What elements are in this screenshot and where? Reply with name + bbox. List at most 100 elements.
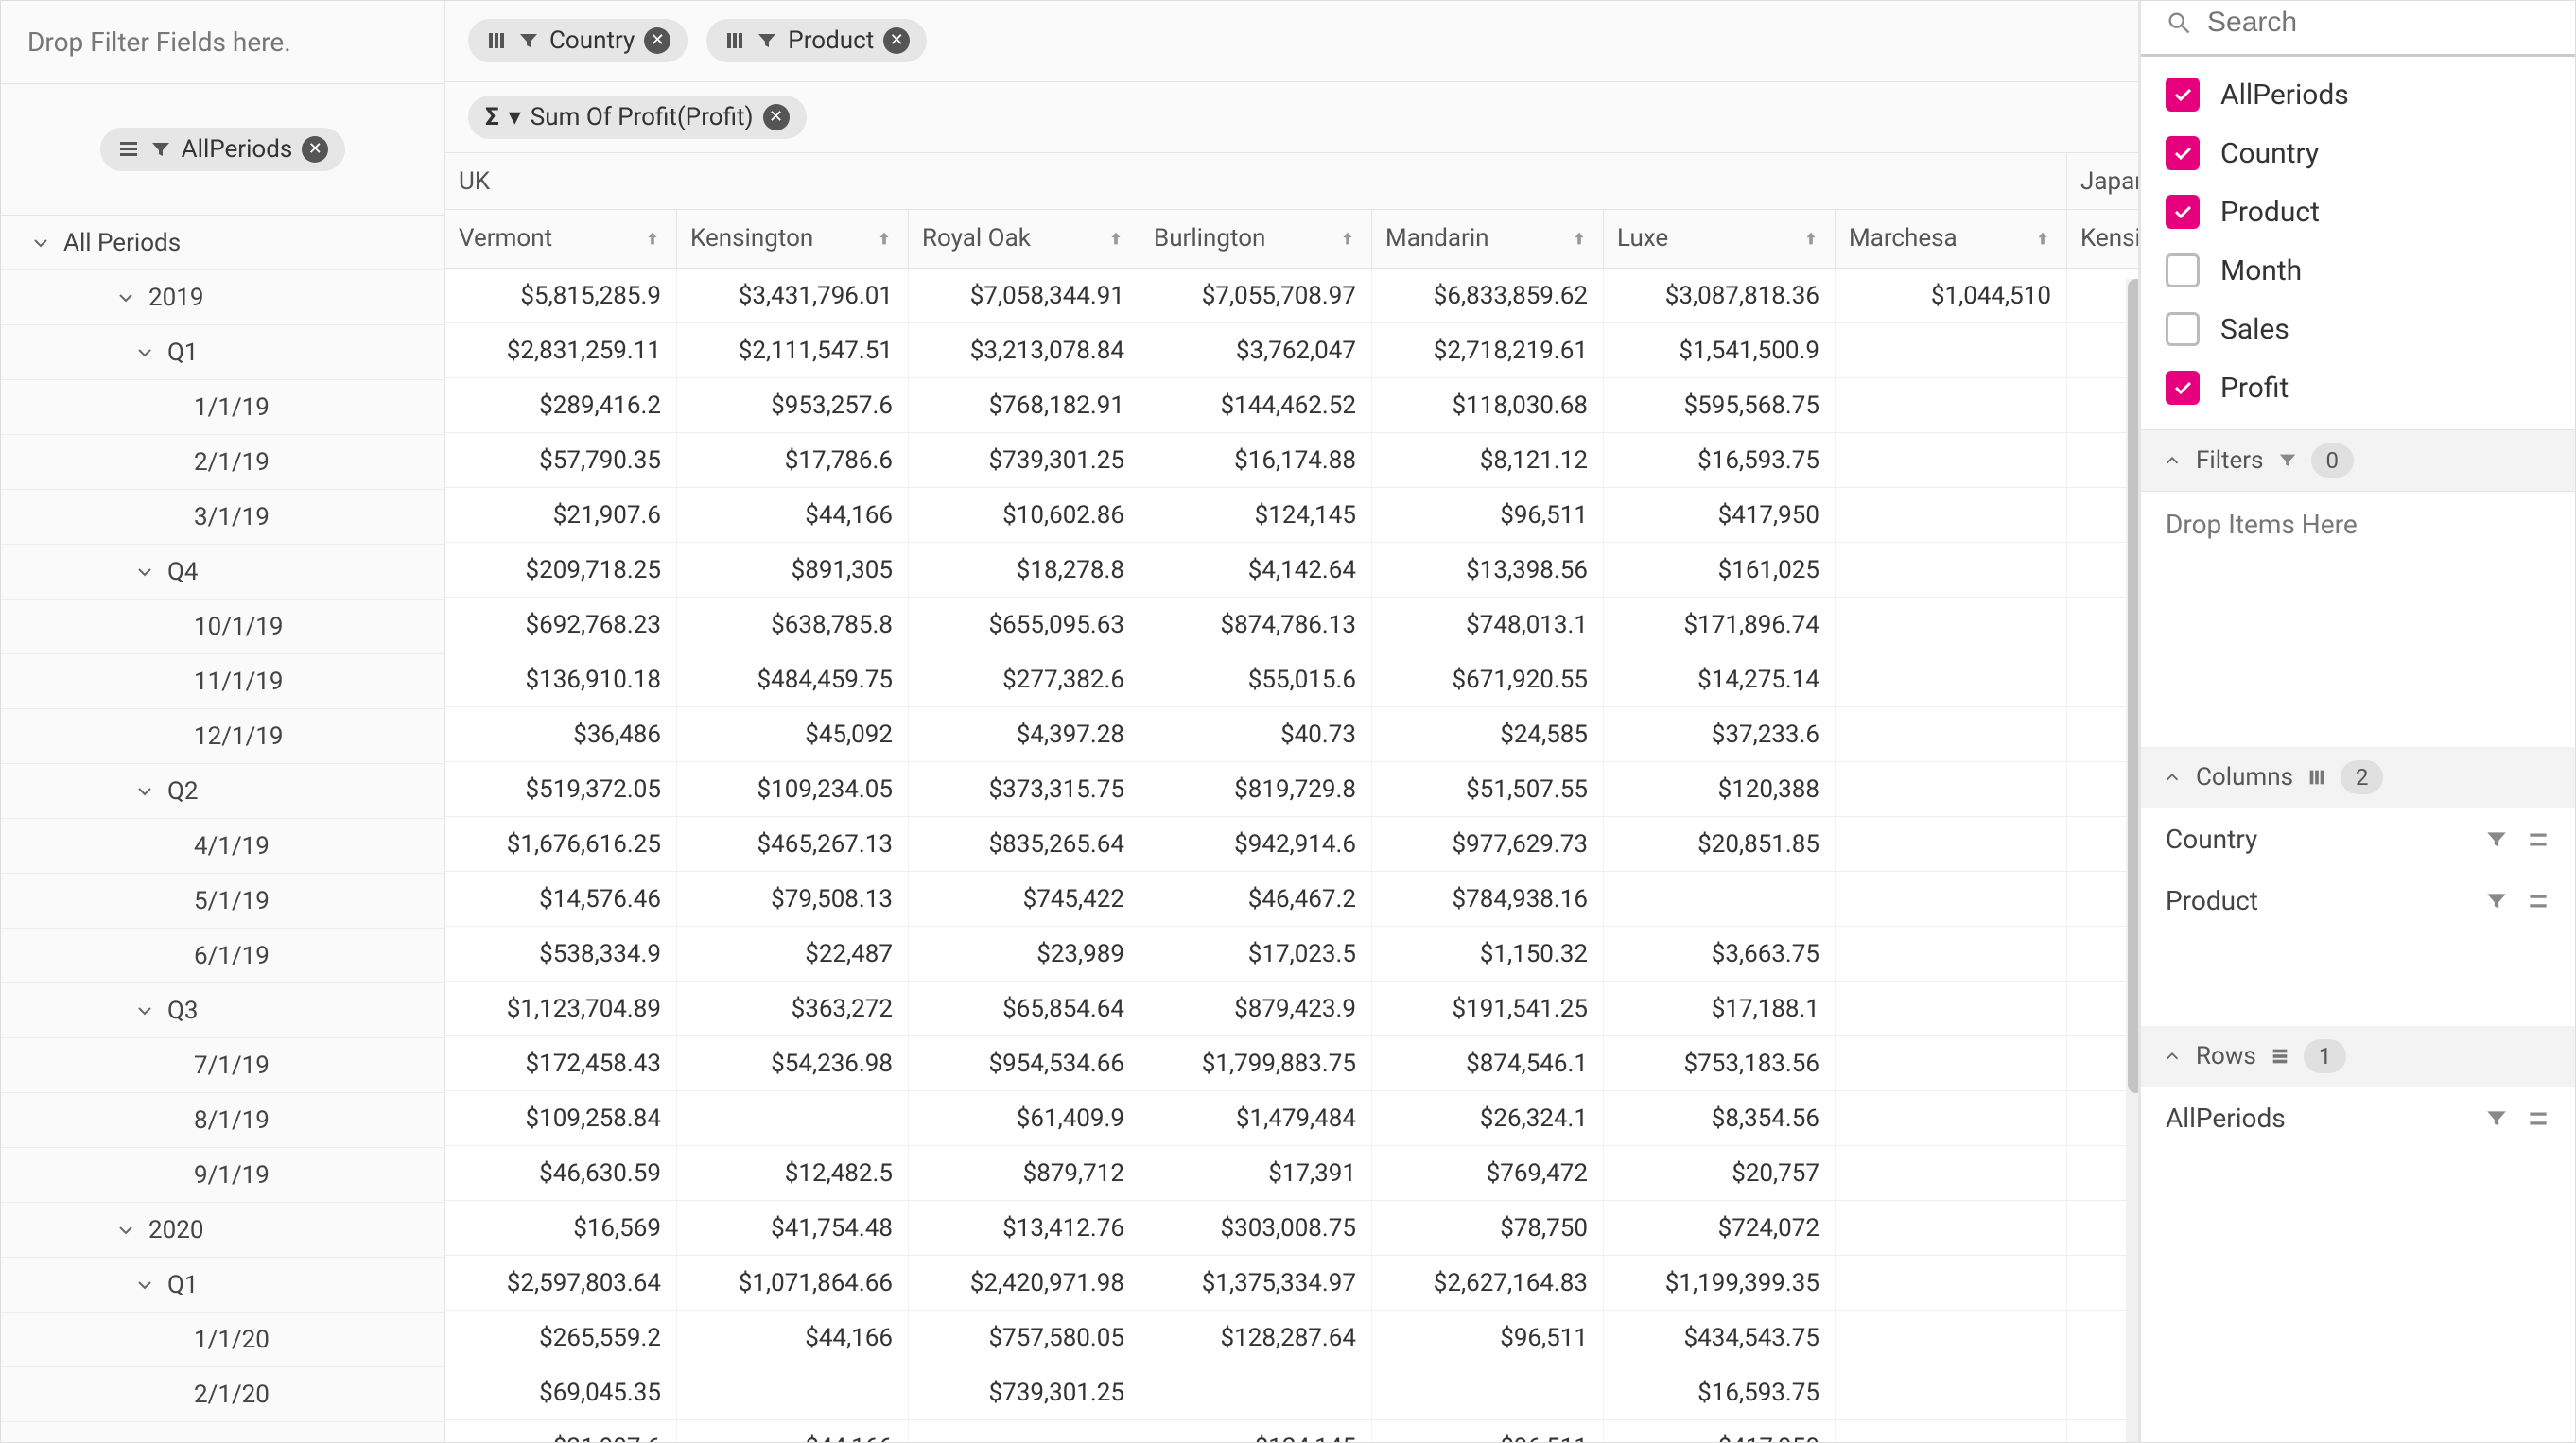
data-cell[interactable] (1836, 1201, 2067, 1255)
data-cell[interactable] (1836, 488, 2067, 542)
data-cell[interactable] (1836, 1036, 2067, 1090)
data-cell[interactable]: $96,511 (1372, 1311, 1604, 1365)
data-cell[interactable]: $1,375,334.97 (1140, 1256, 1372, 1310)
data-cell[interactable]: $1,676,616.25 (445, 817, 677, 871)
data-cell[interactable]: $819,729.8 (1140, 762, 1372, 816)
data-cell[interactable] (1836, 323, 2067, 377)
tree-row[interactable]: 5/1/19 (1, 874, 444, 929)
chevron-down-icon[interactable] (133, 1000, 156, 1022)
data-cell[interactable]: $17,786.6 (677, 433, 909, 487)
checkbox[interactable] (2166, 312, 2200, 346)
drag-handle-icon[interactable] (2526, 889, 2550, 913)
chevron-down-icon[interactable] (133, 780, 156, 803)
row-pivot-chip[interactable]: AllPeriods ✕ (100, 128, 346, 171)
data-cell[interactable] (1836, 1256, 2067, 1310)
remove-chip-icon[interactable]: ✕ (883, 27, 910, 54)
data-cell[interactable]: $37,233.6 (1604, 707, 1836, 761)
filters-section-header[interactable]: Filters 0 (2141, 430, 2575, 492)
data-cell[interactable]: $144,462.52 (1140, 378, 1372, 432)
data-cell[interactable] (677, 1365, 909, 1419)
data-cell[interactable]: $874,786.13 (1140, 598, 1372, 652)
data-cell[interactable]: $1,199,399.35 (1604, 1256, 1836, 1310)
value-chip[interactable]: Σ ▾ Sum Of Profit(Profit) ✕ (468, 96, 807, 139)
data-cell[interactable]: $40.73 (1140, 707, 1372, 761)
data-cell[interactable]: $69,045.35 (445, 1365, 677, 1419)
data-cell[interactable]: $36,486 (445, 707, 677, 761)
data-cell[interactable]: $21,907.6 (445, 1420, 677, 1442)
data-cell[interactable]: $1,799,883.75 (1140, 1036, 1372, 1090)
drag-handle-icon[interactable] (2526, 827, 2550, 852)
data-cell[interactable]: $3,762,047 (1140, 323, 1372, 377)
filter-drop-zone[interactable]: Drop Filter Fields here. (1, 1, 444, 84)
data-cell[interactable]: $79,508.13 (677, 872, 909, 926)
checkbox[interactable] (2166, 253, 2200, 287)
sort-asc-icon[interactable] (1801, 228, 1821, 249)
checkbox[interactable] (2166, 136, 2200, 170)
data-cell[interactable]: $2,597,803.64 (445, 1256, 677, 1310)
field-item[interactable]: Profit (2166, 363, 2550, 412)
checkbox[interactable] (2166, 371, 2200, 405)
data-cell[interactable]: $13,412.76 (909, 1201, 1140, 1255)
chevron-down-icon[interactable] (133, 1274, 156, 1296)
product-header[interactable]: Vermont (445, 210, 677, 268)
data-cell[interactable]: $417,950 (1604, 488, 1836, 542)
rows-section-header[interactable]: Rows 1 (2141, 1026, 2575, 1087)
filter-icon[interactable] (2484, 1106, 2509, 1131)
product-header[interactable]: Luxe (1604, 210, 1836, 268)
data-cell[interactable]: $109,234.05 (677, 762, 909, 816)
data-cell[interactable]: $363,272 (677, 982, 909, 1035)
sort-asc-icon[interactable] (642, 228, 663, 249)
tree-row[interactable]: Q4 (1, 545, 444, 600)
tree-row[interactable]: 8/1/19 (1, 1093, 444, 1148)
tree-row[interactable]: 6/1/19 (1, 929, 444, 983)
data-cell[interactable]: $3,213,078.84 (909, 323, 1140, 377)
data-cell[interactable] (1836, 1311, 2067, 1365)
sort-asc-icon[interactable] (874, 228, 895, 249)
data-cell[interactable]: $2,831,259.11 (445, 323, 677, 377)
data-cell[interactable]: $757,580.05 (909, 1311, 1140, 1365)
checkbox[interactable] (2166, 195, 2200, 229)
sort-asc-icon[interactable] (2032, 228, 2053, 249)
data-cell[interactable]: $1,541,500.9 (1604, 323, 1836, 377)
data-cell[interactable]: $44,166 (677, 488, 909, 542)
data-cell[interactable]: $172,458.43 (445, 1036, 677, 1090)
data-cell[interactable]: $1,150.32 (1372, 927, 1604, 981)
data-cell[interactable] (1836, 1420, 2067, 1442)
field-item[interactable]: Country (2166, 129, 2550, 178)
data-cell[interactable] (1836, 707, 2067, 761)
data-cell[interactable]: $784,938.16 (1372, 872, 1604, 926)
data-cell[interactable] (1836, 543, 2067, 597)
data-cell[interactable]: $6,833,859.62 (1372, 269, 1604, 322)
data-cell[interactable]: $753,183.56 (1604, 1036, 1836, 1090)
tree-row[interactable]: 2/1/19 (1, 435, 444, 490)
filters-drop-zone[interactable]: Drop Items Here (2141, 492, 2575, 747)
sort-asc-icon[interactable] (1337, 228, 1358, 249)
data-cell[interactable]: $484,459.75 (677, 652, 909, 706)
data-cell[interactable]: $879,712 (909, 1146, 1140, 1200)
data-cell[interactable]: $671,920.55 (1372, 652, 1604, 706)
data-cell[interactable]: $96,511 (1372, 488, 1604, 542)
data-cell[interactable]: $3,663.75 (1604, 927, 1836, 981)
data-cell[interactable]: $16,593.75 (1604, 433, 1836, 487)
sort-asc-icon[interactable] (1569, 228, 1590, 249)
data-cell[interactable]: $61,409.9 (909, 1091, 1140, 1145)
data-cell[interactable] (677, 1091, 909, 1145)
product-header[interactable]: Mandarin (1372, 210, 1604, 268)
chevron-down-icon[interactable] (114, 287, 137, 309)
data-cell[interactable]: $24,585 (1372, 707, 1604, 761)
data-cell[interactable]: $45,092 (677, 707, 909, 761)
data-cell[interactable]: $373,315.75 (909, 762, 1140, 816)
data-cell[interactable]: $942,914.6 (1140, 817, 1372, 871)
data-cell[interactable]: $57,790.35 (445, 433, 677, 487)
filter-icon[interactable] (2484, 889, 2509, 913)
data-cell[interactable]: $748,013.1 (1372, 598, 1604, 652)
search-input[interactable] (2207, 7, 2572, 39)
tree-row[interactable]: All Periods (1, 216, 444, 270)
tree-row[interactable]: 1/1/20 (1, 1313, 444, 1367)
data-cell[interactable]: $14,275.14 (1604, 652, 1836, 706)
data-cell[interactable]: $655,095.63 (909, 598, 1140, 652)
chevron-down-icon[interactable] (133, 561, 156, 583)
data-cell[interactable]: $128,287.64 (1140, 1311, 1372, 1365)
sort-asc-icon[interactable] (1105, 228, 1126, 249)
data-cell[interactable]: $277,382.6 (909, 652, 1140, 706)
